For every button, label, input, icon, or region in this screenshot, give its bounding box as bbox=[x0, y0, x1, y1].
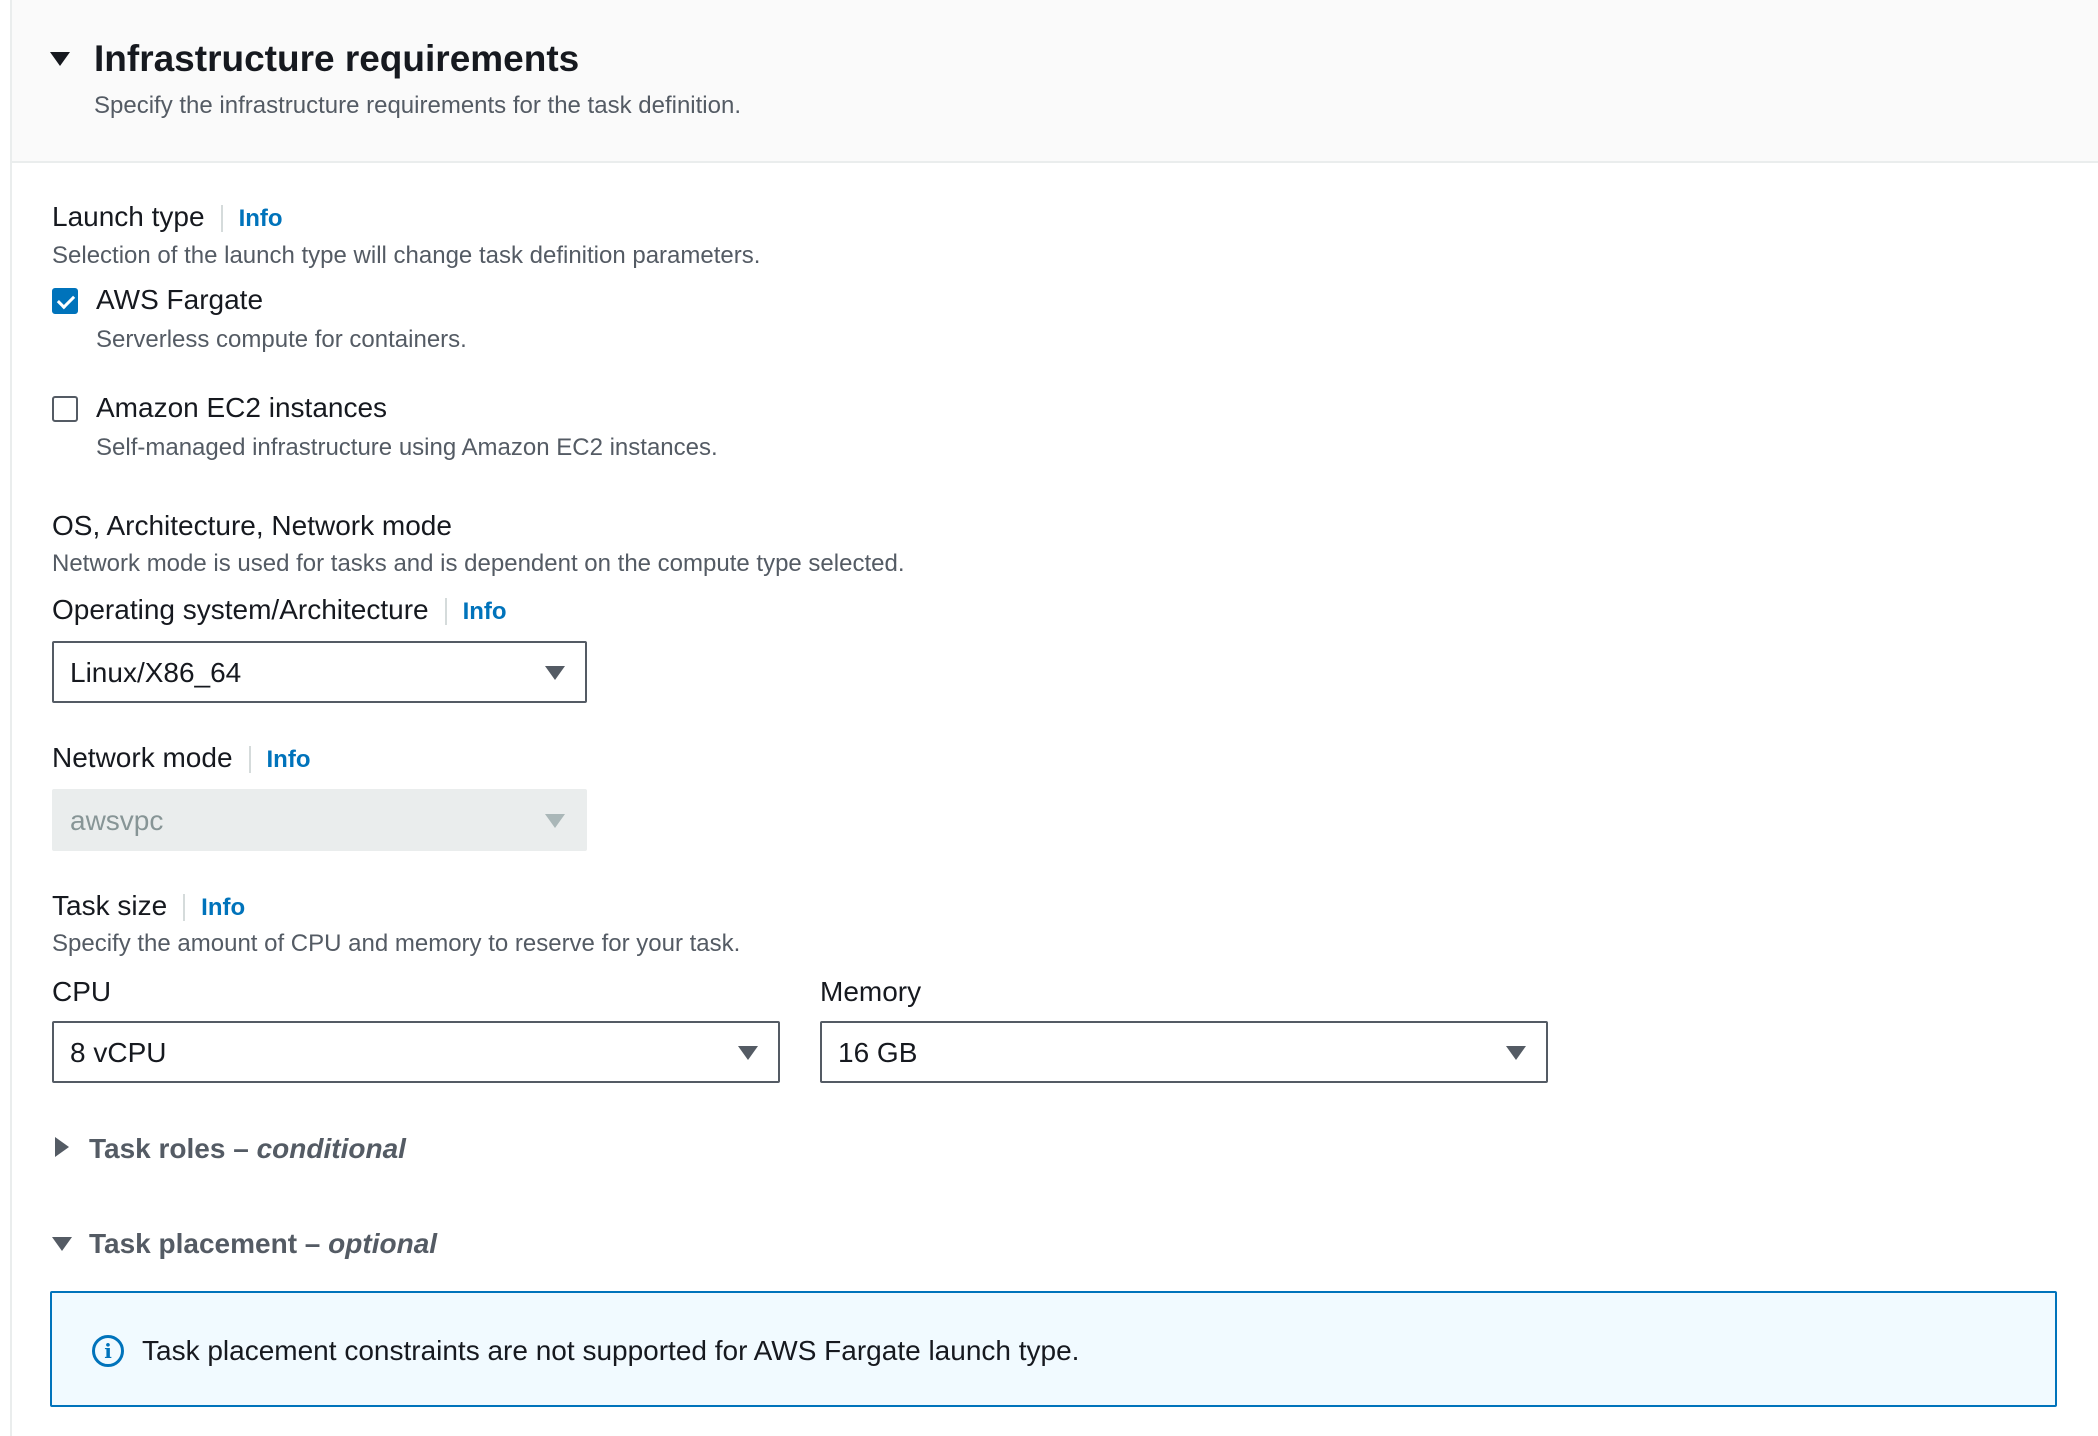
expand-caret-icon[interactable] bbox=[55, 1137, 69, 1157]
panel-header[interactable]: Infrastructure requirements Specify the … bbox=[12, 0, 2098, 163]
chevron-down-icon bbox=[545, 666, 565, 680]
task-placement-title: Task placement bbox=[89, 1228, 298, 1259]
chevron-down-icon bbox=[545, 814, 565, 828]
infrastructure-requirements-panel: Infrastructure requirements Specify the … bbox=[10, 0, 2098, 1436]
task-size-description: Specify the amount of CPU and memory to … bbox=[52, 930, 741, 957]
alert-message: Task placement constraints are not suppo… bbox=[142, 1335, 1080, 1366]
os-arch-value: Linux/X86_64 bbox=[70, 657, 242, 688]
task-roles-expander[interactable]: Task roles – conditional bbox=[89, 1133, 406, 1165]
chevron-down-icon bbox=[738, 1046, 758, 1060]
task-placement-qualifier: optional bbox=[328, 1228, 438, 1259]
task-roles-separator: – bbox=[225, 1133, 257, 1164]
aws-fargate-description: Serverless compute for containers. bbox=[96, 326, 467, 353]
task-size-label: Task size bbox=[52, 890, 168, 921]
expand-caret-icon[interactable] bbox=[50, 52, 70, 66]
cpu-select[interactable]: 8 vCPU bbox=[52, 1021, 780, 1083]
info-alert: i Task placement constraints are not sup… bbox=[50, 1291, 2057, 1407]
task-placement-separator: – bbox=[297, 1228, 329, 1259]
os-arch-network-heading: OS, Architecture, Network mode bbox=[52, 510, 452, 541]
memory-value: 16 GB bbox=[838, 1037, 918, 1068]
network-mode-info-link[interactable]: Info bbox=[248, 746, 311, 773]
amazon-ec2-label[interactable]: Amazon EC2 instances bbox=[96, 392, 387, 424]
task-size-info-link[interactable]: Info bbox=[183, 894, 246, 921]
info-circle-icon: i bbox=[92, 1335, 124, 1367]
os-arch-select[interactable]: Linux/X86_64 bbox=[52, 641, 587, 703]
amazon-ec2-description: Self-managed infrastructure using Amazon… bbox=[96, 434, 718, 461]
task-placement-expander[interactable]: Task placement – optional bbox=[89, 1228, 437, 1260]
os-arch-heading: Operating system/Architecture Info bbox=[52, 594, 507, 626]
chevron-down-icon bbox=[1506, 1046, 1526, 1060]
task-size-heading: Task size Info bbox=[52, 890, 246, 922]
os-arch-network-description: Network mode is used for tasks and is de… bbox=[52, 550, 905, 577]
os-arch-label: Operating system/Architecture bbox=[52, 594, 429, 625]
cpu-value: 8 vCPU bbox=[70, 1037, 167, 1068]
os-arch-info-link[interactable]: Info bbox=[444, 598, 507, 625]
task-roles-title: Task roles bbox=[89, 1133, 226, 1164]
panel-title: Infrastructure requirements bbox=[94, 38, 580, 79]
aws-fargate-label[interactable]: AWS Fargate bbox=[96, 284, 263, 316]
launch-type-description: Selection of the launch type will change… bbox=[52, 242, 761, 269]
collapse-caret-icon[interactable] bbox=[52, 1237, 72, 1251]
launch-type-heading: Launch type Info bbox=[52, 201, 283, 233]
aws-fargate-checkbox[interactable] bbox=[52, 288, 78, 314]
network-mode-select: awsvpc bbox=[52, 789, 587, 851]
network-mode-heading: Network mode Info bbox=[52, 742, 311, 774]
launch-type-label: Launch type bbox=[52, 201, 205, 232]
panel-description: Specify the infrastructure requirements … bbox=[94, 92, 741, 119]
launch-type-info-link[interactable]: Info bbox=[220, 205, 283, 232]
memory-label: Memory bbox=[820, 976, 922, 1007]
memory-select[interactable]: 16 GB bbox=[820, 1021, 1548, 1083]
network-mode-label: Network mode bbox=[52, 742, 233, 773]
network-mode-value: awsvpc bbox=[70, 805, 164, 836]
cpu-label: CPU bbox=[52, 976, 112, 1007]
task-roles-qualifier: conditional bbox=[256, 1133, 406, 1164]
amazon-ec2-checkbox[interactable] bbox=[52, 396, 78, 422]
